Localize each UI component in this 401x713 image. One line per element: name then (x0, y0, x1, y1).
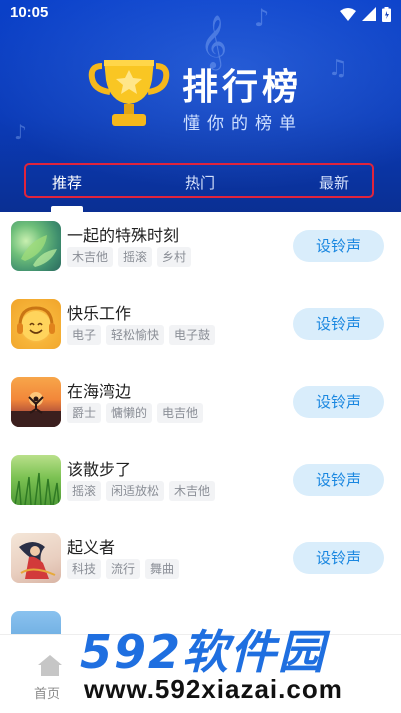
song-tags: 木吉他 摇滚 乡村 (67, 247, 192, 267)
tag: 木吉他 (169, 481, 216, 501)
song-cover (11, 455, 61, 505)
song-title: 起义者 (67, 538, 116, 557)
song-title: 该散步了 (67, 460, 132, 479)
tag: 轻松愉快 (106, 325, 165, 345)
page-subtitle: 懂你的榜单 (183, 114, 303, 134)
song-cover (11, 299, 61, 349)
smiley-headphones-image (17, 306, 55, 341)
nav-home-label: 首页 (34, 687, 61, 702)
song-tags: 科技 流行 舞曲 (67, 559, 180, 579)
song-title: 在海湾边 (67, 382, 132, 401)
signal-icon (362, 7, 376, 21)
song-cover (11, 221, 61, 271)
watermark: 592软件园 www.592xiazai.com (62, 608, 401, 713)
music-note-decoration: ♪ (14, 120, 27, 144)
set-ringtone-button[interactable]: 设铃声 (293, 308, 384, 340)
tag: 慵懒的 (106, 403, 153, 423)
tab-bar: 推荐 热门 最新 (24, 163, 374, 198)
set-ringtone-button[interactable]: 设铃声 (293, 386, 384, 418)
song-cover (11, 533, 61, 583)
tag: 乡村 (157, 247, 192, 267)
tag: 电子 (67, 325, 102, 345)
list-item[interactable]: 一起的特殊时刻 木吉他 摇滚 乡村 设铃声 (0, 212, 401, 290)
tag: 闲适放松 (106, 481, 165, 501)
status-icons (340, 6, 391, 22)
list-item[interactable]: 该散步了 摇滚 闲适放松 木吉他 设铃声 (0, 446, 401, 524)
song-cover (11, 377, 61, 427)
tag: 科技 (67, 559, 102, 579)
tag: 摇滚 (67, 481, 102, 501)
tag: 爵士 (67, 403, 102, 423)
wifi-icon (340, 7, 356, 21)
watermark-logo: 592软件园 (80, 625, 327, 679)
tag: 摇滚 (118, 247, 153, 267)
watermark-url: www.592xiazai.com (84, 674, 343, 704)
tag: 木吉他 (67, 247, 114, 267)
status-bar: 10:05 (0, 0, 401, 28)
song-tags: 摇滚 闲适放松 木吉他 (67, 481, 216, 501)
tag: 舞曲 (145, 559, 180, 579)
trophy-icon (88, 60, 170, 126)
music-note-decoration: ♫ (328, 56, 348, 81)
song-tags: 爵士 慵懒的 电吉他 (67, 403, 204, 423)
song-title: 一起的特殊时刻 (67, 226, 180, 245)
list-item[interactable]: 在海湾边 爵士 慵懒的 电吉他 设铃声 (0, 368, 401, 446)
tab-recommended[interactable]: 推荐 (52, 172, 82, 193)
list-item[interactable]: 起义者 科技 流行 舞曲 设铃声 (0, 524, 401, 602)
tag: 电吉他 (157, 403, 204, 423)
home-icon (38, 655, 62, 676)
set-ringtone-button[interactable]: 设铃声 (293, 230, 384, 262)
status-time: 10:05 (10, 4, 49, 21)
yoga-silhouette-image (11, 392, 61, 427)
header-banner: ♪ 𝄞 ♫ ♪ 10:05 排行榜 懂你的榜单 推荐 热门 最新 (0, 0, 401, 212)
grass-image (14, 472, 60, 505)
page-title: 排行榜 (182, 67, 303, 108)
leaf-image (21, 235, 57, 267)
song-tags: 电子 轻松愉快 电子鼓 (67, 325, 216, 345)
tag: 电子鼓 (169, 325, 216, 345)
list-item[interactable]: 快乐工作 电子 轻松愉快 电子鼓 设铃声 (0, 290, 401, 368)
dancer-image (19, 542, 56, 579)
tab-popular[interactable]: 热门 (185, 172, 215, 193)
song-title: 快乐工作 (67, 304, 132, 323)
tag: 流行 (106, 559, 141, 579)
set-ringtone-button[interactable]: 设铃声 (293, 542, 384, 574)
set-ringtone-button[interactable]: 设铃声 (293, 464, 384, 496)
battery-icon (382, 6, 391, 22)
tab-newest[interactable]: 最新 (319, 172, 349, 193)
